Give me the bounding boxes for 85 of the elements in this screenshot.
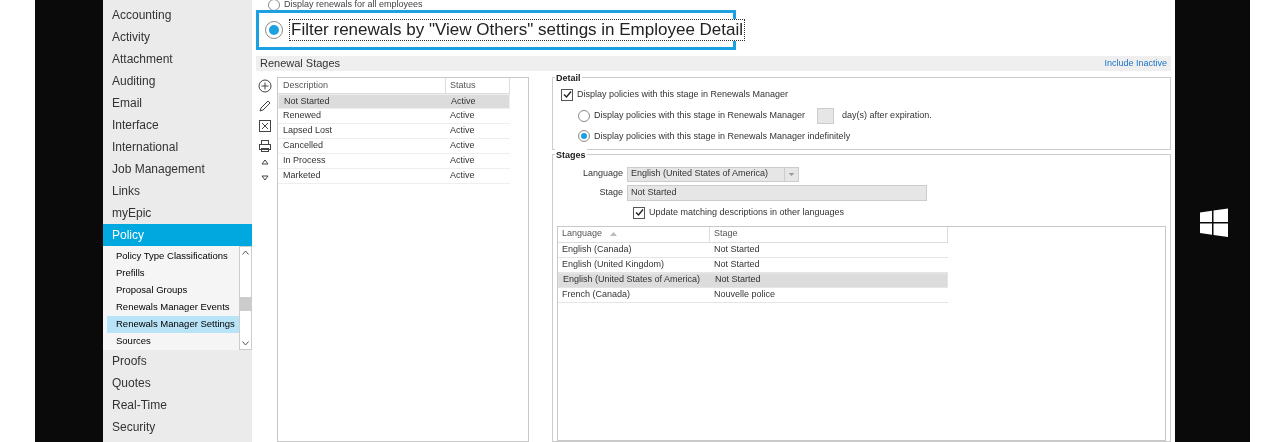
- table-cell-text: Active: [449, 124, 476, 138]
- table-cell-text: Renewed: [282, 109, 323, 123]
- add-icon[interactable]: [258, 79, 272, 93]
- radio-button[interactable]: [268, 0, 280, 11]
- scroll-thumb[interactable]: [240, 297, 251, 311]
- table-cell-text: Not Started: [283, 95, 331, 108]
- sidebar-item[interactable]: Accounting: [103, 4, 252, 26]
- sidebar-subitem[interactable]: Sources: [107, 333, 239, 350]
- days-suffix: day(s) after expiration.: [842, 108, 932, 122]
- table-cell-text: Cancelled: [282, 139, 325, 153]
- move-up-icon[interactable]: [261, 159, 269, 165]
- scroll-up-icon[interactable]: [242, 250, 249, 255]
- column-header[interactable]: Language: [558, 226, 710, 242]
- table-cell-text: English (United Kingdom): [561, 257, 666, 271]
- radio-button[interactable]: [578, 130, 590, 143]
- column-header[interactable]: Stage: [710, 226, 948, 242]
- sidebar-subitem[interactable]: Renewals Manager Settings: [107, 316, 239, 333]
- sidebar-subitem[interactable]: Prefills: [107, 265, 239, 282]
- table-cell-text: Active: [449, 154, 476, 168]
- sidebar-item[interactable]: Email: [103, 92, 252, 114]
- scrollbar[interactable]: [239, 246, 252, 350]
- checkbox-label: Update matching descriptions in other languages: [649, 206, 845, 219]
- radio-button[interactable]: [578, 109, 590, 122]
- checkbox[interactable]: [561, 88, 573, 101]
- table-row[interactable]: English (United Kingdom) Not Started: [558, 257, 948, 273]
- column-header[interactable]: Status: [446, 78, 510, 93]
- table-cell-text: Not Started: [713, 242, 761, 256]
- table-cell-text: Marketed: [282, 169, 322, 183]
- printer-icon[interactable]: [258, 139, 272, 153]
- sidebar-item[interactable]: Job Management: [103, 158, 252, 180]
- table-row[interactable]: Renewed Active: [278, 109, 510, 124]
- table-cell-text: Nouvelle police: [713, 287, 777, 301]
- table-row[interactable]: Not Started Active: [278, 94, 510, 109]
- table-cell-text: English (Canada): [561, 242, 633, 256]
- radio-label: Display policies with this stage in Renewals Manager indefinitely: [594, 129, 851, 143]
- pencil-icon[interactable]: [258, 99, 272, 113]
- table-cell-text: Not Started: [714, 273, 762, 287]
- table-row[interactable]: Marketed Active: [278, 169, 510, 184]
- section-title: Renewal Stages: [260, 56, 341, 72]
- radio-label: Display policies with this stage in Renewals Manager: [594, 108, 806, 122]
- table-cell-text: In Process: [282, 154, 327, 168]
- field-label: Language: [581, 167, 624, 181]
- table-cell-text: Active: [449, 109, 476, 123]
- sidebar-item[interactable]: International: [103, 136, 252, 158]
- sidebar-subitem[interactable]: Renewals Manager Events: [107, 299, 239, 316]
- field-label: Stage: [598, 186, 624, 200]
- table-cell-text: Active: [449, 169, 476, 183]
- table-cell-text: Active: [450, 95, 477, 108]
- stage-field[interactable]: Not Started: [627, 185, 927, 201]
- scroll-down-icon[interactable]: [242, 341, 249, 346]
- sort-ascending-icon: [610, 232, 618, 236]
- sidebar-item[interactable]: Security: [103, 416, 252, 438]
- table-cell-text: Not Started: [713, 257, 761, 271]
- days-input[interactable]: [817, 107, 835, 124]
- table-cell-text: English (United States of America): [562, 273, 702, 287]
- sidebar-item[interactable]: Proofs: [103, 350, 252, 372]
- sidebar-subitem[interactable]: Proposal Groups: [107, 282, 239, 299]
- radio-button[interactable]: [265, 21, 283, 39]
- checkbox[interactable]: [633, 206, 645, 219]
- sidebar-item[interactable]: Auditing: [103, 70, 252, 92]
- language-dropdown[interactable]: English (United States of America): [627, 166, 799, 182]
- sidebar-item[interactable]: Quotes: [103, 372, 252, 394]
- radio-label: Display renewals for all employees: [284, 0, 423, 12]
- group-title: Stages: [555, 149, 587, 163]
- sidebar-item[interactable]: myEpic: [103, 202, 252, 224]
- table-cell-text: French (Canada): [561, 287, 632, 301]
- sidebar-item[interactable]: Real-Time: [103, 394, 252, 416]
- sidebar-item[interactable]: Links: [103, 180, 252, 202]
- table-row[interactable]: Cancelled Active: [278, 139, 510, 154]
- table-row[interactable]: English (Canada) Not Started: [558, 242, 948, 258]
- table-cell-text: Active: [449, 139, 476, 153]
- sidebar-item[interactable]: Interface: [103, 114, 252, 136]
- radio-label: Filter renewals by "View Others" settings in Employee Detail: [289, 19, 746, 41]
- checkbox-label: Display policies with this stage in Renewals Manager: [577, 88, 789, 101]
- windows-logo-icon[interactable]: [1198, 208, 1229, 238]
- sidebar-item[interactable]: Attachment: [103, 48, 252, 70]
- table-cell-text: Lapsed Lost: [282, 124, 334, 138]
- move-down-icon[interactable]: [261, 175, 269, 181]
- table-row[interactable]: French (Canada) Nouvelle police: [558, 287, 948, 303]
- delete-icon[interactable]: [258, 119, 272, 133]
- table-row[interactable]: In Process Active: [278, 154, 510, 169]
- sidebar-item[interactable]: Activity: [103, 26, 252, 48]
- sidebar-subitem[interactable]: Policy Type Classifications: [107, 248, 239, 265]
- table-row[interactable]: Lapsed Lost Active: [278, 124, 510, 139]
- column-header[interactable]: Description: [278, 78, 446, 93]
